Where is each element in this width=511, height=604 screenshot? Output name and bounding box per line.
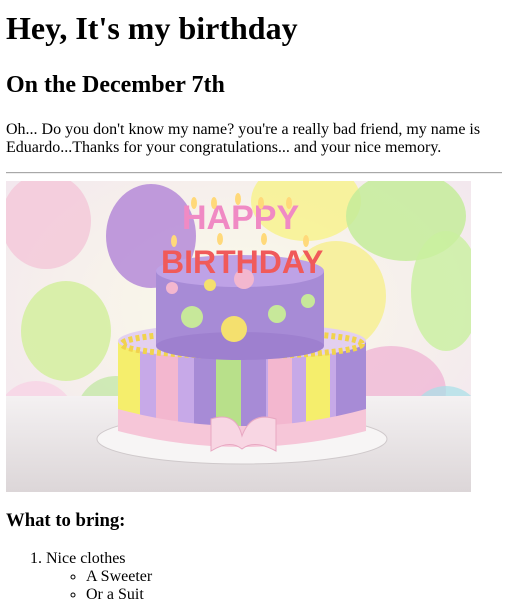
cake-text-birthday: BIRTHDAY	[161, 244, 323, 280]
page: Hey, It's my birthday On the December 7t…	[0, 10, 511, 604]
bring-heading: What to bring:	[6, 510, 126, 531]
birthday-cake-image: HAPPY BIRTHDAY	[6, 181, 471, 492]
intro-paragraph: Oh... Do you don't know my name? you're …	[6, 121, 481, 156]
page-title: Hey, It's my birthday	[6, 10, 298, 46]
list-item: A Sweeter	[86, 568, 505, 586]
sub-list: A Sweeter Or a Suit	[46, 568, 505, 604]
divider	[6, 172, 502, 174]
bring-list: Nice clothes A Sweeter Or a Suit	[6, 550, 505, 604]
list-item: Nice clothes A Sweeter Or a Suit	[46, 550, 505, 604]
cake-text-happy: HAPPY	[182, 199, 299, 237]
list-item-label: Nice clothes	[46, 550, 126, 567]
page-subtitle: On the December 7th	[6, 72, 225, 98]
list-item: Or a Suit	[86, 586, 505, 604]
